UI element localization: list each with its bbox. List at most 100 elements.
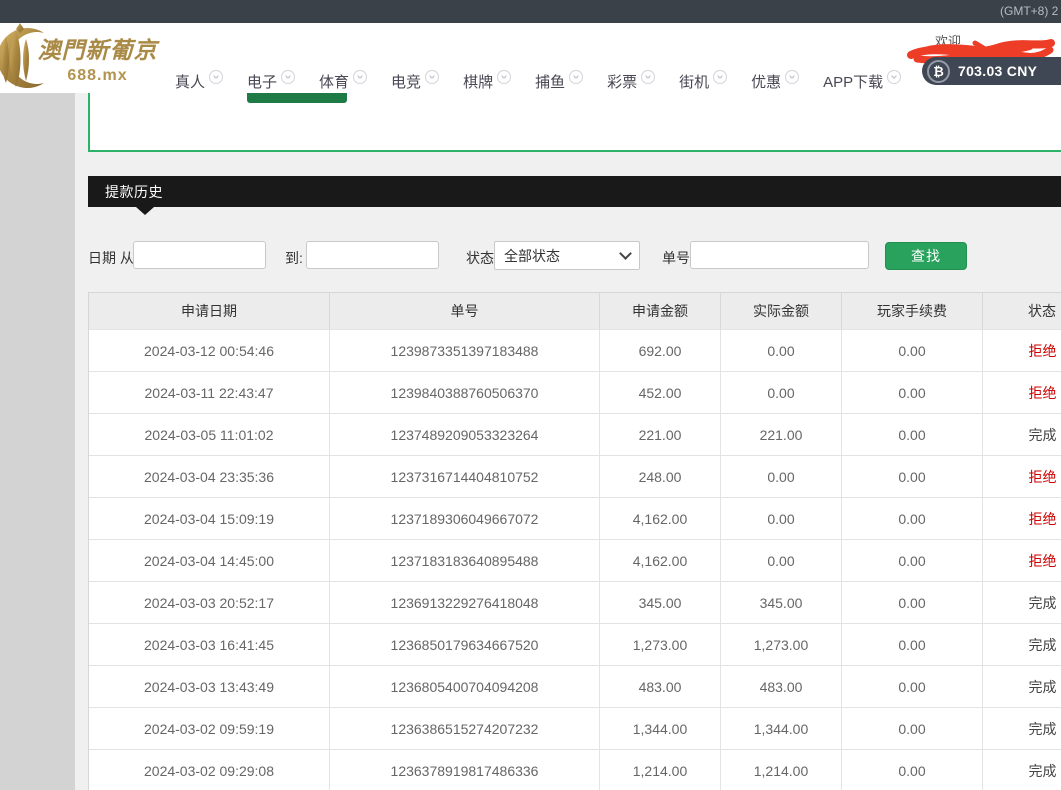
nav-item-label: 捕鱼: [535, 71, 565, 92]
order-input[interactable]: [690, 241, 869, 269]
cell-player-fee: 0.00: [842, 665, 983, 707]
cell-date: 2024-03-04 23:35:36: [89, 455, 330, 497]
panel-header: 提款历史: [88, 176, 1061, 207]
cell-status: 完成: [983, 749, 1061, 790]
status-select[interactable]: 全部状态: [494, 241, 640, 270]
cell-actual-amount: 483.00: [721, 665, 842, 707]
status-select-value: 全部状态: [504, 246, 560, 266]
date-from-input[interactable]: [133, 241, 266, 269]
cell-actual-amount: 0.00: [721, 497, 842, 539]
nav-dropdown-icon: [785, 70, 799, 84]
nav-item[interactable]: 体育: [319, 71, 367, 92]
cell-actual-amount: 0.00: [721, 371, 842, 413]
cell-status: 完成: [983, 413, 1061, 455]
cell-player-fee: 0.00: [842, 497, 983, 539]
cell-request-amount: 4,162.00: [600, 539, 721, 581]
cell-order-number: 1236386515274207232: [330, 707, 600, 749]
cell-status: 拒绝: [983, 455, 1061, 497]
cell-date: 2024-03-02 09:59:19: [89, 707, 330, 749]
cell-date: 2024-03-04 14:45:00: [89, 539, 330, 581]
cell-player-fee: 0.00: [842, 413, 983, 455]
cell-order-number: 1237489209053323264: [330, 413, 600, 455]
table-row: 2024-03-04 23:35:36123731671440481075224…: [89, 455, 1061, 497]
cell-status: 完成: [983, 665, 1061, 707]
cell-actual-amount: 1,344.00: [721, 707, 842, 749]
promo-box: [88, 93, 1061, 152]
cell-order-number: 1239840388760506370: [330, 371, 600, 413]
cell-date: 2024-03-12 00:54:46: [89, 329, 330, 371]
cell-order-number: 1237183183640895488: [330, 539, 600, 581]
table-header-row: 申请日期单号申请金额实际金额玩家手续费状态: [89, 293, 1061, 329]
cell-player-fee: 0.00: [842, 749, 983, 790]
chevron-down-icon: [619, 247, 632, 260]
cell-status: 完成: [983, 623, 1061, 665]
nav-item[interactable]: 电子: [247, 71, 295, 92]
nav-item[interactable]: APP下载: [823, 71, 901, 92]
cell-request-amount: 1,344.00: [600, 707, 721, 749]
search-button[interactable]: 查找: [885, 242, 967, 270]
nav-item-label: 电子: [247, 71, 277, 92]
topbar: (GMT+8) 2: [0, 0, 1061, 23]
nav-dropdown-icon: [569, 70, 583, 84]
promo-button[interactable]: [247, 93, 347, 103]
nav-item-label: 真人: [175, 71, 205, 92]
table-header-cell: 单号: [330, 293, 600, 329]
table-row: 2024-03-02 09:29:0812363789198174863361,…: [89, 749, 1061, 790]
cell-order-number: 1236378919817486336: [330, 749, 600, 790]
site-logo[interactable]: 澳門新葡京 688.mx: [30, 31, 165, 85]
table-header-cell: 玩家手续费: [842, 293, 983, 329]
cell-request-amount: 248.00: [600, 455, 721, 497]
cell-date: 2024-03-03 16:41:45: [89, 623, 330, 665]
cell-request-amount: 1,273.00: [600, 623, 721, 665]
nav-dropdown-icon: [887, 70, 901, 84]
cell-status: 完成: [983, 581, 1061, 623]
nav-item-label: 街机: [679, 71, 709, 92]
welcome-text: 欢迎: [935, 31, 961, 50]
timezone-label: (GMT+8) 2: [1000, 4, 1058, 18]
panel-title: 提款历史: [105, 182, 163, 202]
nav-item[interactable]: 捕鱼: [535, 71, 583, 92]
cell-player-fee: 0.00: [842, 707, 983, 749]
table-row: 2024-03-12 00:54:46123987335139718348869…: [89, 329, 1061, 371]
table-row: 2024-03-11 22:43:47123984038876050637045…: [89, 371, 1061, 413]
nav-item[interactable]: 彩票: [607, 71, 655, 92]
cell-request-amount: 345.00: [600, 581, 721, 623]
table-row: 2024-03-05 11:01:02123748920905332326422…: [89, 413, 1061, 455]
cell-actual-amount: 345.00: [721, 581, 842, 623]
nav-item[interactable]: 棋牌: [463, 71, 511, 92]
table-row: 2024-03-02 09:59:1912363865152742072321,…: [89, 707, 1061, 749]
nav-item-label: 电竞: [391, 71, 421, 92]
cell-order-number: 1237189306049667072: [330, 497, 600, 539]
nav-dropdown-icon: [353, 70, 367, 84]
nav-item[interactable]: 真人: [175, 71, 223, 92]
cell-player-fee: 0.00: [842, 623, 983, 665]
cell-date: 2024-03-04 15:09:19: [89, 497, 330, 539]
table-row: 2024-03-03 13:43:49123680540070409420848…: [89, 665, 1061, 707]
cell-status: 拒绝: [983, 329, 1061, 371]
cell-request-amount: 4,162.00: [600, 497, 721, 539]
logo-title: 澳門新葡京: [30, 31, 165, 65]
cell-order-number: 1239873351397183488: [330, 329, 600, 371]
nav-dropdown-icon: [713, 70, 727, 84]
cell-actual-amount: 0.00: [721, 455, 842, 497]
cell-actual-amount: 1,214.00: [721, 749, 842, 790]
withdrawal-table: 申请日期单号申请金额实际金额玩家手续费状态2024-03-12 00:54:46…: [88, 292, 1061, 790]
date-to-input[interactable]: [306, 241, 439, 269]
page: (GMT+8) 2 澳門新葡京 688.mx 真人 电子 体育 电竞 棋牌 捕鱼 彩票 街机 优…: [0, 0, 1061, 790]
nav-item-label: APP下载: [823, 71, 883, 92]
balance-pill[interactable]: ₿ 703.03 CNY: [922, 57, 1061, 85]
date-to-label: 到:: [285, 248, 303, 268]
cell-request-amount: 452.00: [600, 371, 721, 413]
site-header: 澳門新葡京 688.mx 真人电子体育电竞棋牌捕鱼彩票街机优惠APP下载 欢迎 …: [0, 23, 1061, 93]
nav-item-label: 棋牌: [463, 71, 493, 92]
nav-item[interactable]: 街机: [679, 71, 727, 92]
nav-item-label: 体育: [319, 71, 349, 92]
table-header-cell: 实际金额: [721, 293, 842, 329]
cell-actual-amount: 221.00: [721, 413, 842, 455]
cell-actual-amount: 0.00: [721, 539, 842, 581]
nav-item[interactable]: 电竞: [391, 71, 439, 92]
nav-item-label: 彩票: [607, 71, 637, 92]
bitcoin-icon: ₿: [927, 60, 950, 83]
cell-request-amount: 483.00: [600, 665, 721, 707]
nav-item[interactable]: 优惠: [751, 71, 799, 92]
